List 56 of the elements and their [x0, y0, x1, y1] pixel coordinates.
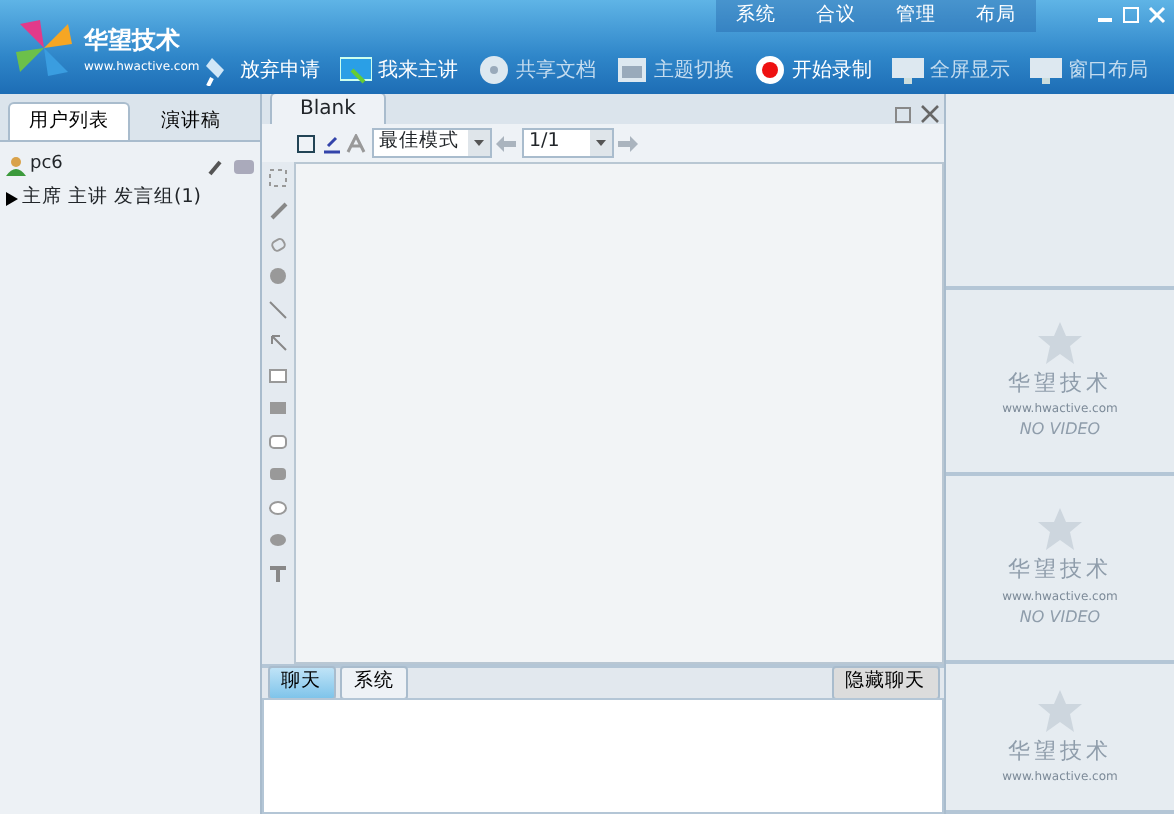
- logo-icon: [12, 16, 76, 80]
- logo-icon: [1036, 319, 1084, 368]
- hide-chat-button[interactable]: 隐藏聊天: [831, 666, 939, 700]
- caret-icon: [473, 140, 483, 146]
- toolbar-button[interactable]: 开始录制: [748, 48, 878, 92]
- text-tool-icon[interactable]: [268, 563, 288, 583]
- close-icon[interactable]: [919, 104, 939, 124]
- no-video-label: NO VIDEO: [1019, 605, 1101, 630]
- menu-item[interactable]: 合议: [796, 0, 876, 32]
- left-arrow-icon[interactable]: [496, 135, 516, 151]
- ellipse-icon[interactable]: [268, 497, 288, 517]
- toolbar-button[interactable]: 放弃申请: [196, 48, 326, 92]
- arrow-icon[interactable]: [268, 332, 288, 352]
- filled-rectangle-icon[interactable]: [268, 398, 288, 418]
- rectangle-icon[interactable]: [268, 365, 288, 385]
- panel-tab[interactable]: 演讲稿: [130, 102, 252, 141]
- filled-rounded-rectangle-icon[interactable]: [268, 464, 288, 484]
- line-icon[interactable]: [268, 299, 288, 319]
- record-icon: [754, 54, 786, 86]
- rounded-rectangle-icon[interactable]: [268, 431, 288, 451]
- caret-icon: [595, 140, 605, 146]
- logo-text: 华望技术: [1008, 367, 1112, 400]
- filled-ellipse-icon[interactable]: [268, 530, 288, 550]
- pencil-icon[interactable]: [268, 200, 288, 220]
- tree-item[interactable]: 主席 主讲 发言组(1): [5, 184, 255, 213]
- pen-icon[interactable]: [321, 133, 341, 153]
- logo-text: 华望技术: [84, 23, 182, 57]
- logo-icon: [1036, 687, 1084, 736]
- panel-tab[interactable]: 用户列表: [8, 102, 130, 141]
- logo-text: 华望技术: [1008, 554, 1112, 587]
- panel-icon: [616, 54, 648, 86]
- restore-icon[interactable]: [894, 104, 914, 124]
- user-icon: [5, 156, 25, 176]
- toolbar-button[interactable]: 我来主讲: [334, 48, 464, 92]
- monitor-icon: [1030, 54, 1062, 86]
- eraser-icon[interactable]: [268, 233, 288, 253]
- disc-icon: [478, 54, 510, 86]
- chat-tab[interactable]: 聊天: [267, 666, 335, 700]
- logo-text: 华望技术: [1008, 735, 1112, 768]
- maximize-icon[interactable]: [1122, 6, 1140, 24]
- document-tab[interactable]: Blank: [270, 92, 386, 124]
- user-name[interactable]: pc6: [30, 152, 63, 180]
- no-video-label: NO VIDEO: [1019, 418, 1101, 443]
- select-icon[interactable]: [268, 167, 288, 187]
- logo-icon: [1036, 506, 1084, 555]
- save-icon[interactable]: [296, 133, 316, 153]
- screen-icon: [340, 54, 372, 86]
- menu-item[interactable]: 布局: [956, 0, 1036, 32]
- menu-item[interactable]: 系统: [716, 0, 796, 32]
- monitor-icon: [892, 54, 924, 86]
- menu-item[interactable]: 管理: [876, 0, 956, 32]
- page-select[interactable]: 1/1: [521, 128, 613, 158]
- zoom-mode-select[interactable]: 最佳模式: [371, 128, 491, 158]
- right-arrow-icon[interactable]: [618, 135, 638, 151]
- expand-arrow-icon[interactable]: [5, 191, 17, 206]
- chat-tab[interactable]: 系统: [340, 666, 408, 700]
